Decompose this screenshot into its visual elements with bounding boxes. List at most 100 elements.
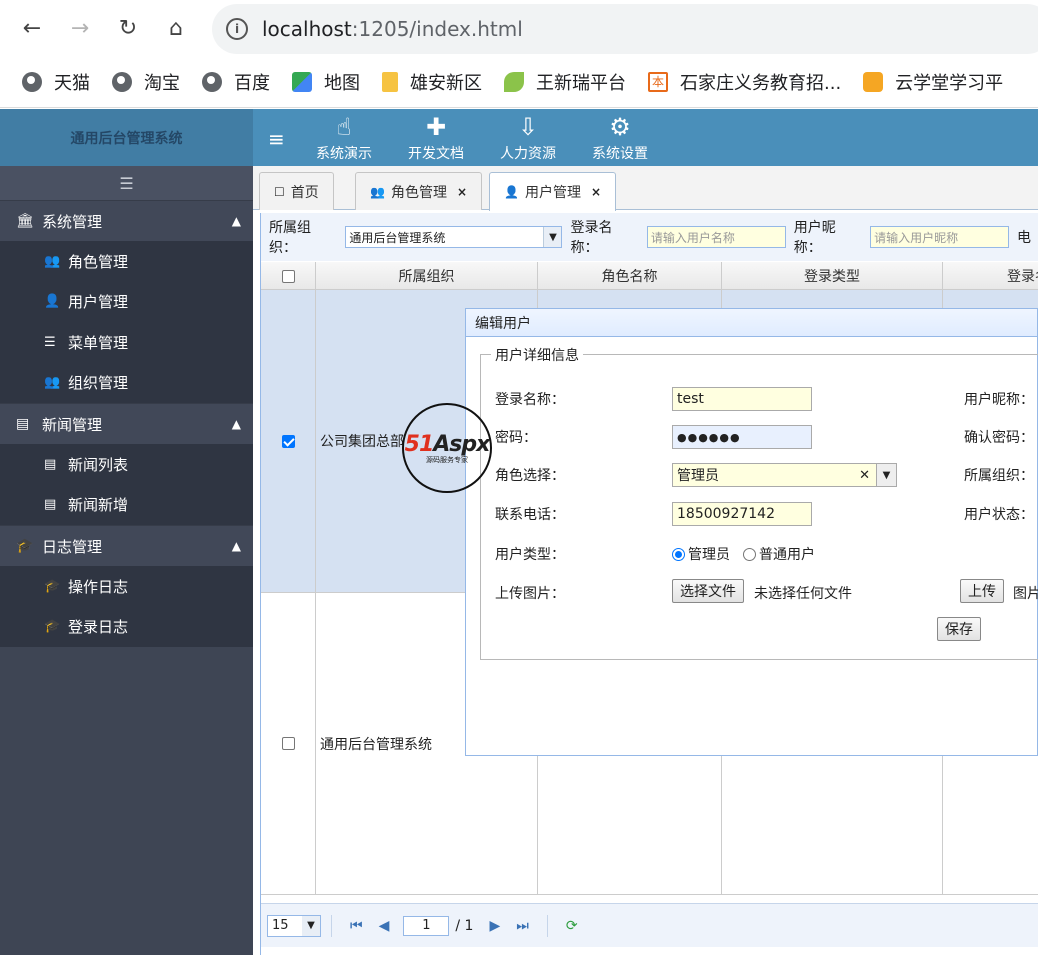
bookmark-shijiazhuang[interactable]: 本石家庄义务教育招... [648, 69, 841, 95]
bookmarks-bar: 天猫 淘宝 百度 地图 雄安新区 王新瑞平台 本石家庄义务教育招... 云学堂学… [0, 64, 1003, 100]
password-input[interactable]: ●●●●●● [672, 425, 812, 449]
users-icon: 👥 [44, 253, 61, 269]
sidebar-group-system[interactable]: 🏛 系统管理 ▲ [0, 200, 253, 241]
top-menu-demo[interactable]: ☝ 系统演示 [316, 113, 372, 163]
top-menu-settings[interactable]: ⚙ 系统设置 [592, 113, 648, 163]
page-total: / 1 [455, 917, 474, 934]
next-page-icon[interactable]: ▶ [489, 918, 500, 934]
row-checkbox[interactable] [261, 290, 316, 592]
divider [331, 914, 332, 937]
hand-pointer-icon: ☝ [336, 113, 352, 141]
bookmark-yunxuetang[interactable]: 云学堂学习平 [863, 69, 1003, 95]
header-org[interactable]: 所属组织 [316, 262, 538, 290]
checkbox[interactable] [281, 269, 295, 283]
bookmark-baidu[interactable]: 百度 [202, 69, 270, 95]
bank-icon: 🏛 [16, 213, 34, 229]
org-filter-select[interactable]: 通用后台管理系统 ▼ [345, 226, 563, 248]
sidebar-item-roles[interactable]: 👥 角色管理 [0, 241, 253, 282]
sidebar-item-news-add[interactable]: ▤ 新闻新增 [0, 484, 253, 525]
row-checkbox[interactable] [261, 593, 316, 894]
status-label: 用户状态： [964, 507, 1034, 523]
sidebar-item-op-log[interactable]: 🎓 操作日志 [0, 566, 253, 607]
role-label: 角色选择： [495, 468, 565, 484]
nick-filter-input[interactable]: 请输入用户昵称 [870, 226, 1010, 248]
upload-button[interactable]: 上传 [960, 579, 1004, 603]
header-role[interactable]: 角色名称 [538, 262, 722, 290]
top-menu-hr[interactable]: ⇩ 人力资源 [500, 113, 556, 163]
cloud-icon [863, 72, 884, 92]
tab-users[interactable]: 👤 用户管理 × [489, 172, 617, 211]
bookmark-xiongan[interactable]: 雄安新区 [382, 69, 482, 95]
org-filter-label: 所属组织： [269, 220, 311, 256]
save-button[interactable]: 保存 [937, 617, 981, 641]
clear-icon[interactable]: ✕ [859, 468, 870, 483]
user-type-normal-radio[interactable]: 普通用户 [743, 544, 815, 564]
close-icon[interactable]: × [591, 185, 601, 199]
chevron-down-icon[interactable]: ▼ [876, 464, 896, 486]
sort-icon: ⇩ [517, 113, 539, 141]
reload-icon[interactable]: ↻ [114, 14, 142, 42]
top-menu-docs[interactable]: ✚ 开发文档 [408, 113, 464, 163]
last-page-icon[interactable]: ⏭ [516, 918, 529, 934]
close-icon[interactable]: × [457, 185, 467, 199]
list-icon: ☰ [44, 334, 56, 350]
phone-input[interactable]: 18500927142 [672, 502, 812, 526]
radio-checked[interactable] [672, 548, 685, 561]
globe-icon [202, 72, 222, 92]
org-label: 所属组织： [964, 468, 1034, 484]
bookmark-taobao[interactable]: 淘宝 [112, 69, 180, 95]
address-bar[interactable]: i localhost:1205/index.html [212, 4, 1038, 54]
image-label: 图片 [1013, 586, 1038, 602]
file-icon: ▤ [16, 416, 30, 432]
more-filter-label: 电 [1017, 230, 1032, 246]
tab-home[interactable]: ☐ 首页 [259, 172, 334, 210]
nickname-label: 用户昵称： [964, 392, 1034, 408]
file-icon: ▤ [44, 497, 57, 513]
tab-roles[interactable]: 👥 角色管理 × [355, 172, 483, 210]
sidebar-group-logs[interactable]: 🎓 日志管理 ▲ [0, 525, 253, 566]
checkbox[interactable] [281, 434, 295, 448]
refresh-icon[interactable]: ⟳ [566, 918, 578, 934]
page-size-select[interactable]: 15 ▼ [267, 914, 321, 937]
hamburger-icon[interactable]: ≡ [268, 127, 285, 151]
checkbox[interactable] [281, 737, 295, 750]
role-select[interactable]: 管理员 ✕ ▼ [672, 463, 897, 487]
sidebar-item-login-log[interactable]: 🎓 登录日志 [0, 606, 253, 647]
sidebar: ☰ 🏛 系统管理 ▲ 👥 角色管理 👤 用户管理 ☰ 菜单管理 👥 组织管理 ▤ 新闻管理 ▲ … [0, 166, 253, 955]
sidebar-collapse-icon[interactable]: ☰ [0, 166, 253, 200]
sidebar-item-users[interactable]: 👤 用户管理 [0, 281, 253, 322]
sidebar-group-news[interactable]: ▤ 新闻管理 ▲ [0, 403, 253, 444]
sidebar-item-news-list[interactable]: ▤ 新闻列表 [0, 444, 253, 485]
users-icon: 👥 [370, 184, 385, 199]
bookmark-wangxinrui[interactable]: 王新瑞平台 [504, 69, 626, 95]
login-name-input[interactable]: test [672, 387, 812, 411]
globe-icon [112, 72, 132, 92]
page-number-input[interactable]: 1 [403, 915, 450, 936]
tab-bar: ☐ 首页 👥 角色管理 × 👤 用户管理 × [253, 166, 1038, 211]
radio-unchecked[interactable] [743, 548, 756, 561]
info-icon[interactable]: i [226, 18, 248, 40]
user-type-admin-radio[interactable]: 管理员 [672, 544, 730, 564]
forward-icon[interactable]: → [66, 14, 94, 42]
select-all-checkbox[interactable] [261, 262, 316, 290]
sidebar-item-orgs[interactable]: 👥 组织管理 [0, 362, 253, 403]
file-icon: ▤ [44, 456, 57, 472]
graduation-cap-icon: 🎓 [44, 619, 61, 635]
no-file-text: 未选择任何文件 [754, 586, 852, 602]
back-icon[interactable]: ← [18, 14, 46, 42]
home-icon[interactable]: ⌂ [162, 14, 190, 42]
bookmark-tmall[interactable]: 天猫 [22, 69, 90, 95]
prev-page-icon[interactable]: ◀ [379, 918, 390, 934]
user-icon: 👤 [504, 185, 519, 199]
choose-file-button[interactable]: 选择文件 [672, 579, 744, 603]
folder-icon [382, 72, 398, 92]
first-page-icon[interactable]: ⏮ [350, 918, 363, 934]
login-filter-input[interactable]: 请输入用户名称 [646, 226, 786, 248]
nick-filter-label: 用户昵称： [793, 220, 836, 256]
phone-label: 联系电话： [495, 507, 565, 523]
sidebar-item-menus[interactable]: ☰ 菜单管理 [0, 322, 253, 363]
users-icon: 👥 [44, 375, 61, 391]
header-login-name[interactable]: 登录名 [943, 262, 1038, 290]
bookmark-map[interactable]: 地图 [292, 69, 360, 95]
header-login-type[interactable]: 登录类型 [722, 262, 943, 290]
